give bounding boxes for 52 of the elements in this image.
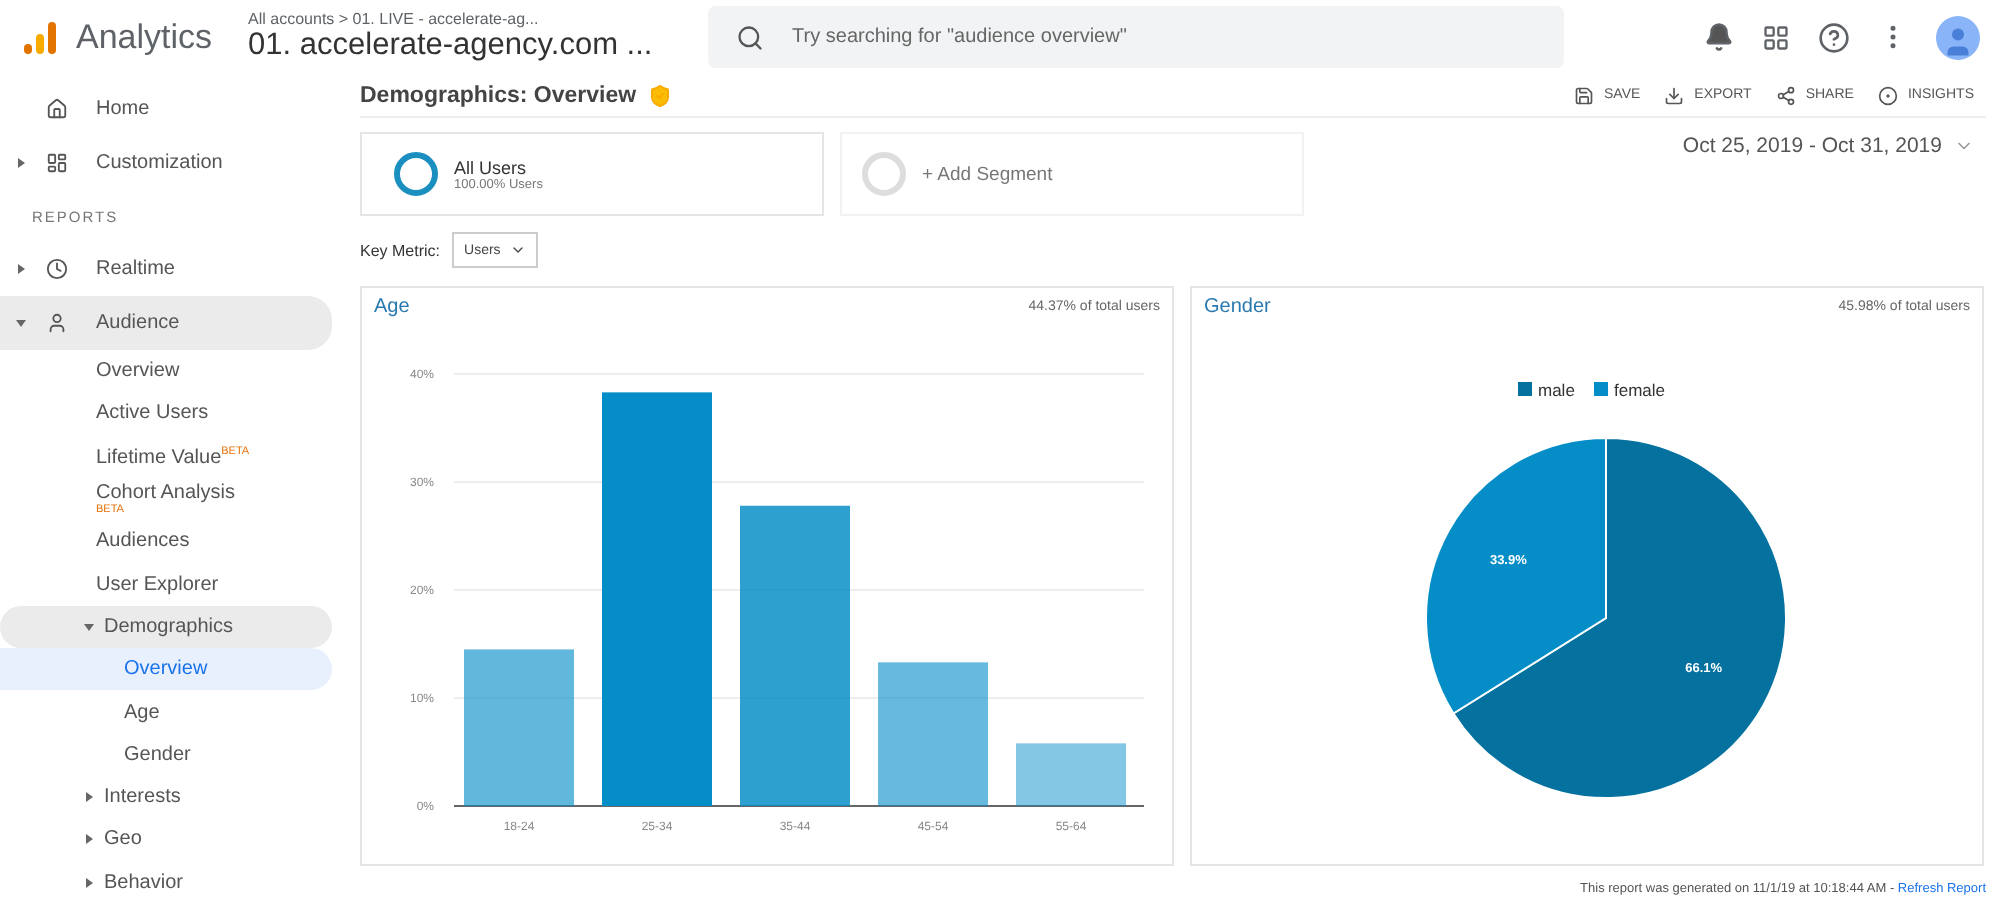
- apps-icon[interactable]: [1762, 23, 1790, 51]
- nav-item[interactable]: Home: [0, 82, 332, 136]
- legend-swatch: [1518, 382, 1532, 396]
- download-icon: [1664, 85, 1685, 105]
- nav-item[interactable]: Active Users: [0, 392, 332, 436]
- target-icon: [1877, 85, 1898, 105]
- clock-icon: [45, 258, 67, 280]
- person-icon: [45, 312, 67, 334]
- nav-item[interactable]: Audiences: [0, 520, 332, 563]
- search-icon: [736, 23, 765, 51]
- help-icon[interactable]: [1818, 21, 1850, 53]
- shield-icon: [648, 83, 673, 107]
- legend-swatch: [1594, 382, 1608, 396]
- nav-item[interactable]: User Explorer: [0, 562, 332, 606]
- segment-ring-icon: [394, 152, 438, 196]
- nav-item[interactable]: Interests: [0, 775, 332, 819]
- date-range-picker[interactable]: Oct 25, 2019 - Oct 31, 2019: [1670, 132, 1986, 160]
- nav-item[interactable]: Behavior: [0, 861, 332, 904]
- notifications-icon[interactable]: [1704, 22, 1734, 52]
- bar: [878, 662, 988, 806]
- account-breadcrumb[interactable]: All accounts > 01. LIVE - accelerate-ag...: [248, 10, 669, 28]
- analytics-logo: [20, 17, 60, 57]
- page-title: Demographics: Overview: [360, 83, 637, 107]
- home-icon: [45, 98, 67, 120]
- bar: [1016, 743, 1126, 806]
- nav-item[interactable]: Overview: [0, 648, 332, 691]
- dashboard-icon: [45, 152, 67, 174]
- nav-item[interactable]: Audience: [0, 296, 332, 350]
- nav-item[interactable]: Lifetime Value$^{BETA}$: [0, 435, 332, 478]
- avatar[interactable]: [1936, 15, 1980, 59]
- segment-ring-icon: [862, 152, 906, 196]
- nav-item[interactable]: Realtime: [0, 242, 332, 296]
- segment-name: All Users: [454, 157, 529, 177]
- nav-item[interactable]: Overview: [0, 350, 332, 393]
- nav-item[interactable]: Customization: [0, 136, 332, 190]
- property-name[interactable]: 01. accelerate-agency.com ...: [248, 28, 653, 64]
- add-segment-button[interactable]: + Add Segment: [840, 132, 1304, 216]
- key-metric-label: Key Metric:: [360, 241, 441, 259]
- save-icon: [1574, 85, 1594, 105]
- legend-label: female: [1614, 380, 1666, 400]
- beta-label: BETA: [221, 445, 250, 458]
- dropdown-icon: [510, 242, 527, 258]
- nav-item[interactable]: Gender: [0, 733, 332, 776]
- nav-item[interactable]: Demographics: [0, 605, 332, 649]
- card-title: Gender: [1204, 296, 1271, 318]
- product-name: Analytics: [76, 17, 213, 57]
- search-field[interactable]: Try searching for "audience overview": [708, 6, 1565, 68]
- card-title: Age: [374, 296, 410, 318]
- share-icon: [1775, 85, 1796, 105]
- nav-item[interactable]: Geo: [0, 818, 332, 862]
- nav-item[interactable]: Age: [0, 690, 332, 734]
- legend-label: male: [1538, 380, 1575, 400]
